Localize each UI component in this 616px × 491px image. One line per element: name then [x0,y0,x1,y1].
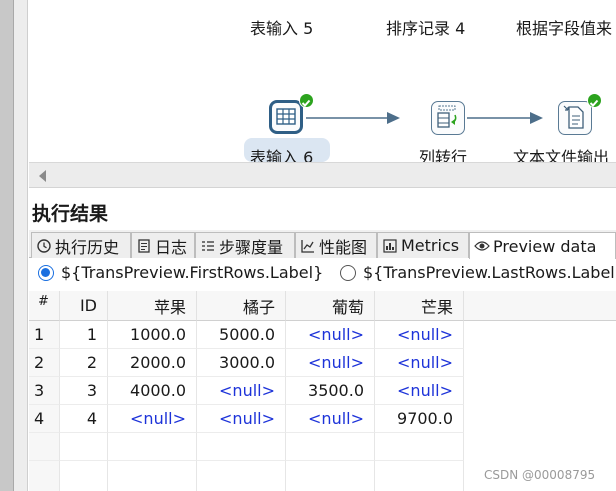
table-cell-empty [375,433,464,461]
metrics-icon [382,238,398,254]
column-header-filler [464,291,616,321]
results-tab-bar: 执行历史 日志 步骤度量 性能图 Metrics Preview data [29,230,616,259]
table-cell-empty [375,461,464,491]
tab-label: 日志 [155,237,188,257]
table-row-number-empty [29,461,60,491]
table-cell-null[interactable]: <null> [375,349,464,377]
table-cell[interactable]: 2000.0 [108,349,197,377]
radio-first-rows[interactable] [38,265,54,281]
table-row-number[interactable]: 2 [29,349,60,377]
results-panel-title: 执行结果 [32,203,109,225]
table-cell[interactable]: 9700.0 [375,405,464,433]
table-cell-null[interactable]: <null> [286,349,375,377]
transformation-canvas[interactable]: 表输入 5 排序记录 4 根据字段值来 表输入 6 列转行 文本文件输出 [29,0,616,162]
table-cell-null[interactable]: <null> [197,405,286,433]
step-metrics-icon [200,238,216,254]
table-cell-null[interactable]: <null> [286,321,375,349]
table-cell-empty [108,433,197,461]
tab-log[interactable]: 日志 [131,232,195,258]
radio-first-rows-label[interactable]: ${TransPreview.FirstRows.Label} [61,263,323,282]
watermark-text: CSDN @00008795 [484,468,596,482]
table-cell[interactable]: 3 [60,377,108,405]
step-ok-check-icon [587,93,602,108]
column-header-apple[interactable]: 苹果 [108,291,197,321]
table-cell-null[interactable]: <null> [197,377,286,405]
performance-chart-icon [300,238,316,254]
table-cell-empty [108,461,197,491]
table-cell[interactable]: 3500.0 [286,377,375,405]
table-cell[interactable]: 5000.0 [197,321,286,349]
tab-execution-history[interactable]: 执行历史 [31,232,131,258]
table-cell-empty [197,461,286,491]
table-cell[interactable]: 1 [60,321,108,349]
tab-preview-data[interactable]: Preview data [469,232,616,259]
panel-gutter [14,0,28,491]
history-icon [36,238,52,254]
tab-label: 步骤度量 [219,237,284,257]
tab-metrics[interactable]: Metrics [377,232,469,258]
step-label-text-file-output[interactable]: 文本文件输出 [513,144,609,162]
table-row-number[interactable]: 1 [29,321,60,349]
step-table-input-6[interactable] [269,100,303,134]
table-row-number-empty [29,433,60,461]
table-cell-empty [286,461,375,491]
table-cell-null[interactable]: <null> [286,405,375,433]
window-border-left [0,0,14,491]
preview-data-table: # ID 苹果 橘子 葡萄 芒果 1 1 1000.0 5000.0 <null… [29,291,616,491]
tab-label: 性能图 [319,237,368,257]
log-icon [136,238,152,254]
radio-last-rows-label[interactable]: ${TransPreview.LastRows.Label} [363,263,616,282]
column-header-grape[interactable]: 葡萄 [286,291,375,321]
step-text-file-output[interactable] [558,101,592,135]
table-cell-empty [60,433,108,461]
eye-icon [474,238,490,254]
text-file-output-icon [563,105,584,129]
table-cell[interactable]: 1000.0 [108,321,197,349]
step-row-denormalizer[interactable] [431,101,465,135]
column-header-orange[interactable]: 橘子 [197,291,286,321]
step-ok-check-icon [299,93,314,108]
column-header-mango[interactable]: 芒果 [375,291,464,321]
column-header-rownum[interactable]: # [29,291,60,321]
table-cell[interactable]: 4000.0 [108,377,197,405]
tab-label: Metrics [401,236,460,255]
tab-label: 执行历史 [55,237,120,257]
scroll-left-arrow-icon[interactable] [39,170,46,182]
tab-label: Preview data [493,236,597,256]
tab-step-metrics[interactable]: 步骤度量 [195,232,295,258]
step-label-row-denormalizer[interactable]: 列转行 [419,144,467,162]
table-cell-null[interactable]: <null> [108,405,197,433]
table-cell-null[interactable]: <null> [375,377,464,405]
table-cell-null[interactable]: <null> [375,321,464,349]
table-cell-empty [197,433,286,461]
radio-last-rows[interactable] [340,265,356,281]
table-input-icon [276,108,296,125]
step-label-table-input-6[interactable]: 表输入 6 [250,144,313,162]
table-cell[interactable]: 4 [60,405,108,433]
row-denormalizer-icon [437,105,457,128]
table-cell[interactable]: 3000.0 [197,349,286,377]
column-header-id[interactable]: ID [60,291,108,321]
table-cell-empty [286,433,375,461]
preview-rows-selector: ${TransPreview.FirstRows.Label} ${TransP… [29,259,616,289]
table-cell[interactable]: 2 [60,349,108,377]
table-row-number[interactable]: 3 [29,377,60,405]
tab-performance-chart[interactable]: 性能图 [295,232,377,258]
canvas-horizontal-scrollbar[interactable] [29,162,616,188]
table-cell-empty [60,461,108,491]
table-row-number[interactable]: 4 [29,405,60,433]
